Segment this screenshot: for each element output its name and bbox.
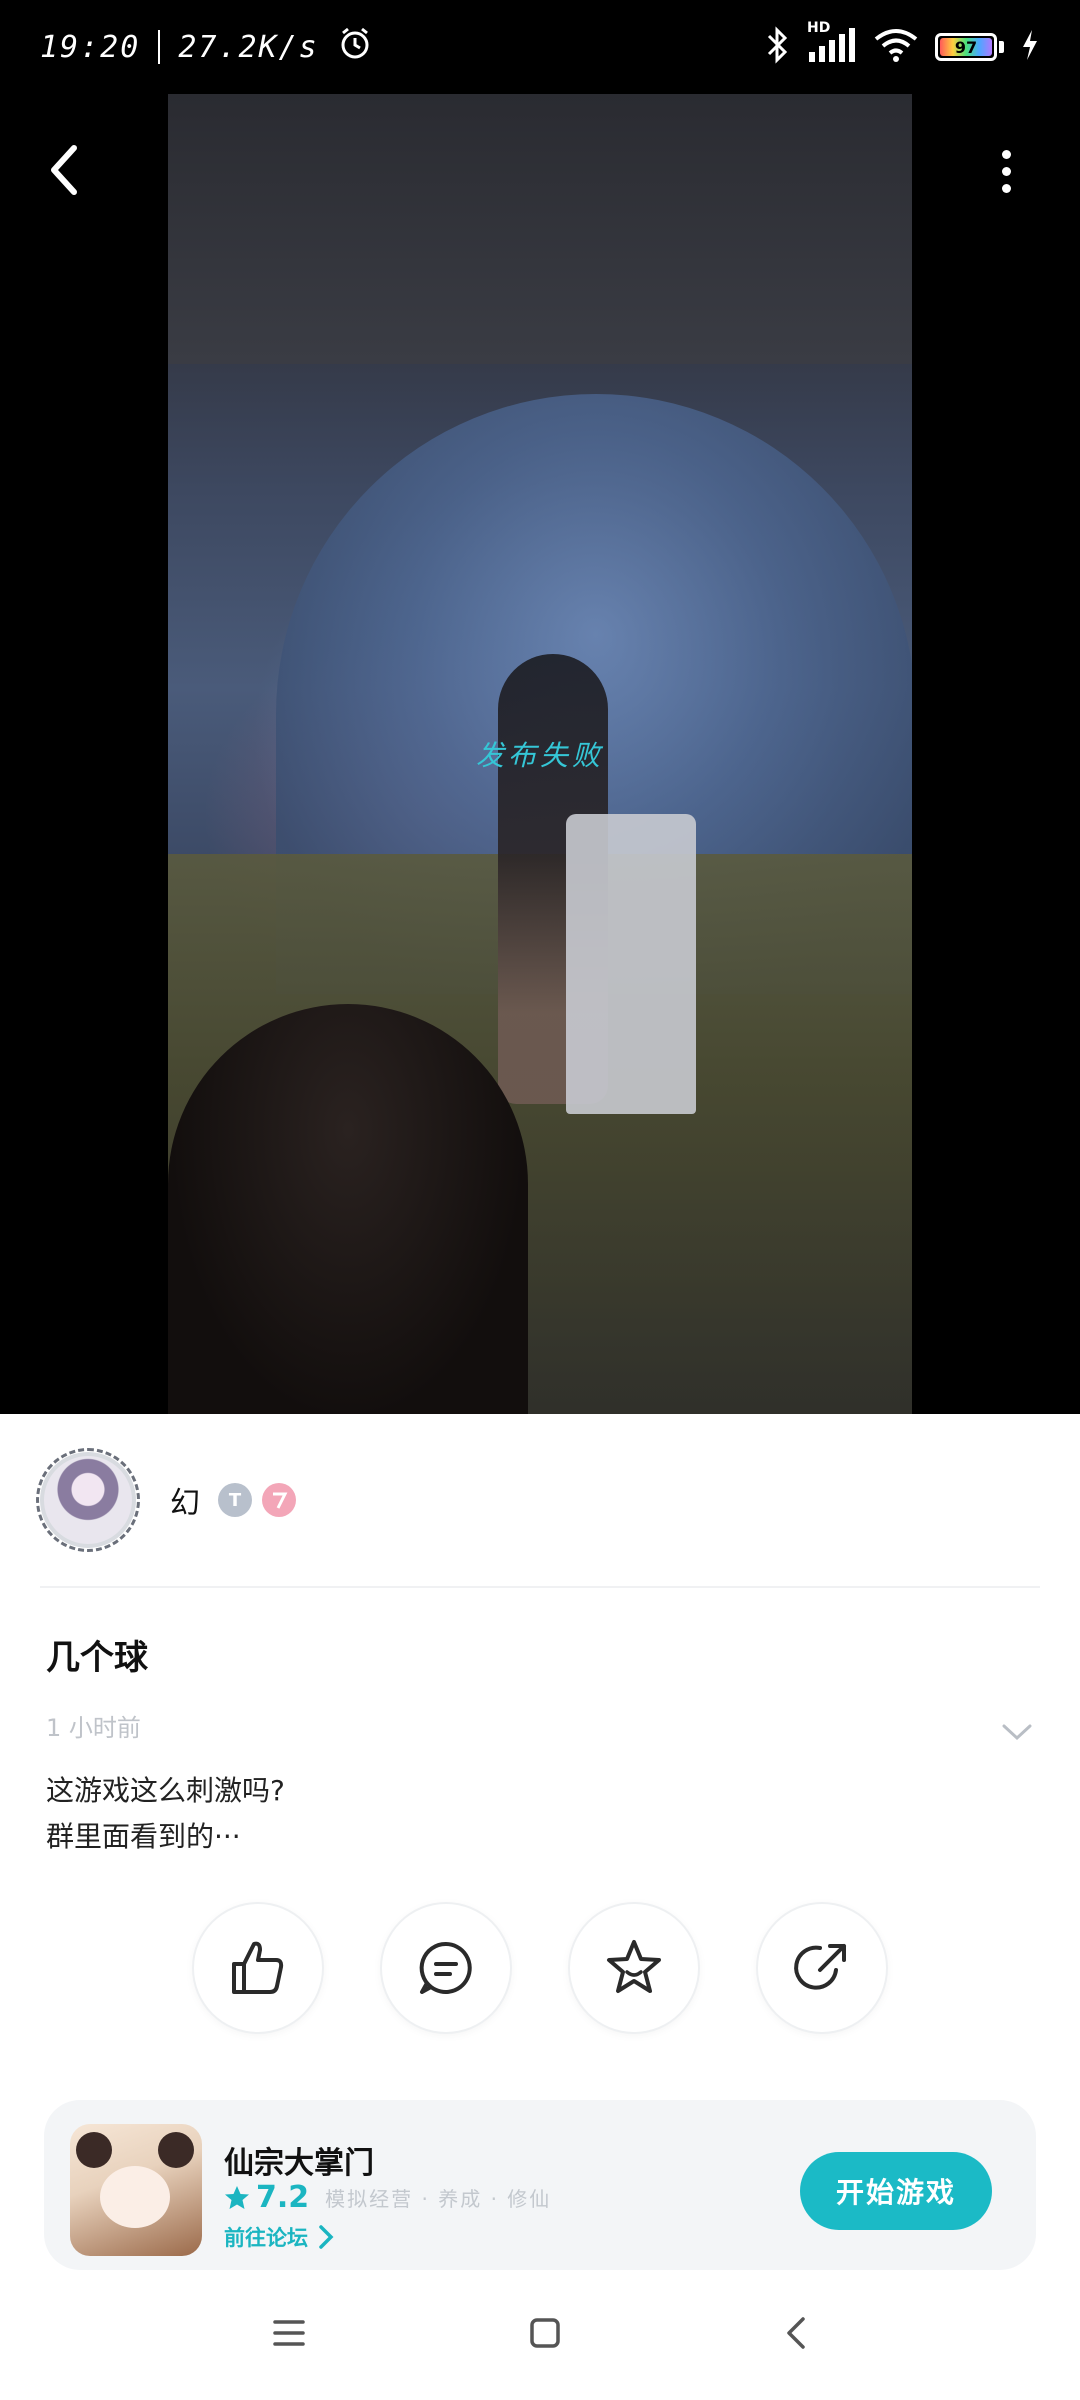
- share-button[interactable]: [758, 1904, 886, 2032]
- status-bar: 19:20 27.2K/s HD 97: [0, 0, 1080, 94]
- post-body-line: 群里面看到的···: [46, 1820, 241, 1853]
- back-arrow-icon: [51, 145, 77, 195]
- more-dot: [1001, 166, 1011, 176]
- status-net-speed: 27.2K/s: [178, 29, 319, 65]
- forum-link-label: 前往论坛: [224, 2226, 308, 2250]
- chevron-down-icon: [1002, 1724, 1032, 1741]
- author-name[interactable]: 幻: [170, 1478, 200, 1522]
- video-chair: [566, 814, 696, 1114]
- more-vertical-icon: [1001, 149, 1011, 159]
- share-icon: [794, 1944, 846, 1990]
- expand-button[interactable]: [1000, 1722, 1034, 1746]
- game-score: 7.2: [256, 2180, 310, 2215]
- post-title: 几个球: [46, 1638, 148, 1678]
- battery-tip: [999, 41, 1004, 53]
- system-back-button[interactable]: [784, 2316, 808, 2354]
- game-card[interactable]: 仙宗大掌门 7.2 模拟经营 · 养成 · 修仙 前往论坛 开始游戏: [44, 2100, 1036, 2270]
- battery-level: 97: [954, 37, 978, 57]
- signal-icon: HD: [807, 20, 857, 68]
- avatar[interactable]: [36, 1448, 140, 1552]
- divider: [40, 1586, 1040, 1588]
- favorite-button[interactable]: [570, 1904, 698, 2032]
- status-time: 19:20: [40, 29, 141, 65]
- menu-icon: [272, 2320, 305, 2346]
- start-game-button[interactable]: 开始游戏: [800, 2152, 992, 2230]
- video-ceiling: [168, 94, 912, 364]
- video-overlay-text: 发布失败: [475, 739, 604, 772]
- action-bar: [0, 1904, 1080, 2032]
- game-icon-ear: [158, 2132, 194, 2168]
- avatar-frame: [36, 1448, 140, 1552]
- alarm-icon: [337, 25, 373, 69]
- game-name[interactable]: 仙宗大掌门: [224, 2138, 374, 2182]
- video-foreground-head: [168, 1004, 528, 1414]
- forum-link[interactable]: 前往论坛: [224, 2222, 336, 2252]
- status-left: 19:20 27.2K/s: [40, 25, 373, 69]
- status-right: HD 97: [763, 20, 1040, 68]
- system-nav-bar: [0, 2270, 1080, 2400]
- game-rating-row: 7.2 模拟经营 · 养成 · 修仙: [224, 2180, 551, 2215]
- more-button[interactable]: [982, 140, 1030, 202]
- game-icon-ear: [76, 2132, 112, 2168]
- post-time: 1 小时前: [46, 1714, 141, 1742]
- game-icon-face: [100, 2166, 170, 2228]
- menu-button[interactable]: [272, 2318, 306, 2352]
- more-dot: [1001, 183, 1011, 193]
- game-icon[interactable]: [70, 2124, 202, 2256]
- like-icon: [232, 1941, 284, 1994]
- star-icon: [225, 2185, 249, 2209]
- chevron-right-icon: [319, 2225, 334, 2249]
- comment-icon: [419, 1941, 472, 1994]
- comment-button[interactable]: [382, 1904, 510, 2032]
- status-separator: [158, 30, 161, 64]
- level-badge: T: [218, 1483, 252, 1517]
- favorite-icon: [607, 1940, 661, 1993]
- network-label: HD: [807, 20, 831, 36]
- post-body: 这游戏这么刺激吗? 群里面看到的···: [46, 1768, 285, 1860]
- video-frame[interactable]: 发布失败: [168, 94, 912, 1414]
- bluetooth-icon: [763, 26, 791, 68]
- charging-icon: [1020, 28, 1040, 66]
- video-player[interactable]: 发布失败: [0, 94, 1080, 1414]
- back-button[interactable]: [38, 130, 88, 210]
- like-button[interactable]: [194, 1904, 322, 2032]
- honor-badge-icon: [262, 1483, 296, 1517]
- game-tags: 模拟经营 · 养成 · 修仙: [325, 2187, 552, 2211]
- battery-icon: 97: [935, 33, 1004, 61]
- home-button[interactable]: [529, 2317, 561, 2353]
- battery-body: 97: [935, 33, 997, 61]
- author-row[interactable]: 幻 T: [36, 1440, 1040, 1560]
- back-icon: [787, 2317, 806, 2349]
- home-icon: [530, 2318, 560, 2348]
- wifi-icon: [873, 27, 919, 67]
- post-body-line: 这游戏这么刺激吗?: [46, 1774, 285, 1807]
